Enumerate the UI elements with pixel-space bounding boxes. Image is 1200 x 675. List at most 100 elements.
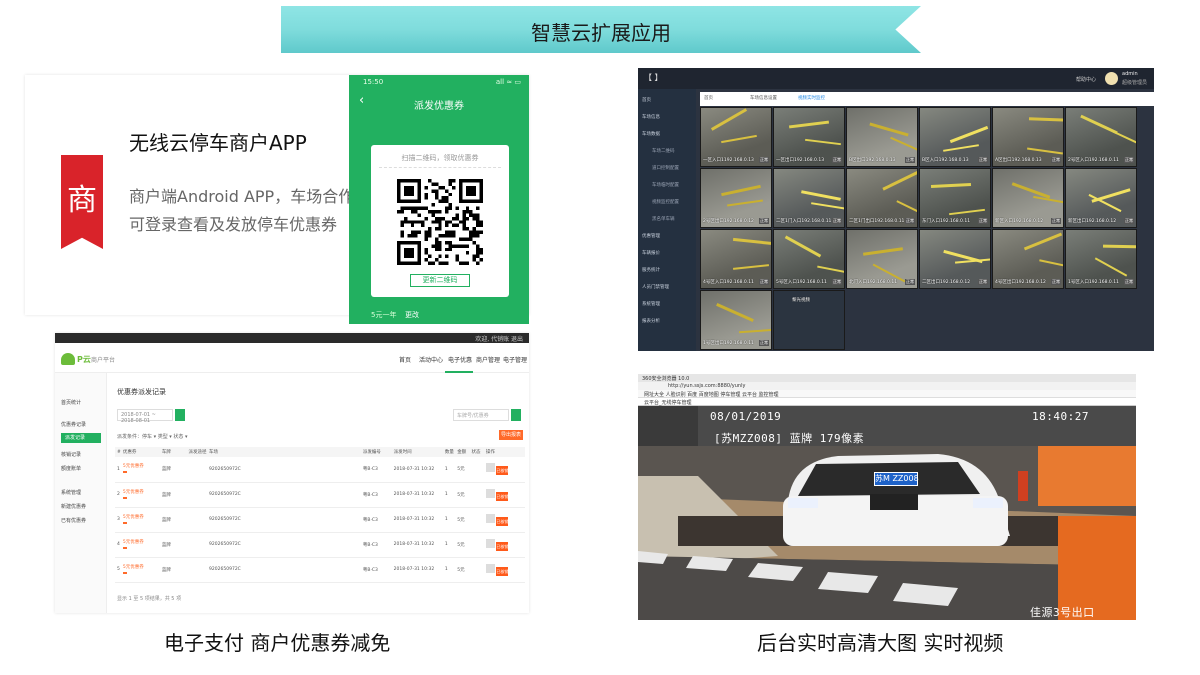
- nav-home[interactable]: 首页: [399, 355, 411, 364]
- lane-marking: [817, 265, 844, 275]
- bookmarks-text[interactable]: 网址大全 人脸识别 百度 百度地图 停车管理 云平台 监控管理: [644, 391, 779, 398]
- table-cell-time: 2018-07-31 10:32: [391, 507, 443, 533]
- admin-username[interactable]: admin: [1122, 71, 1138, 77]
- table-cell-plate: 蓝牌: [159, 532, 187, 558]
- camera-feed[interactable]: 二区出口192.168.0.12 正常: [919, 229, 991, 289]
- camera-feed[interactable]: 新区入口192.168.0.12 正常: [992, 168, 1064, 228]
- camera-label: 黎光视频: [792, 298, 810, 303]
- admin-menu-item[interactable]: 车场数据: [642, 131, 660, 137]
- redeemed-button[interactable]: 已核销: [496, 516, 509, 526]
- filter-bar[interactable]: 派发条件：停车 ▾ 类型 ▾ 状态 ▾: [117, 433, 187, 440]
- admin-menu-item[interactable]: 系统管理: [642, 301, 660, 307]
- admin-menu-item[interactable]: 优惠管理: [642, 233, 660, 239]
- camera-feed[interactable]: 北门入口192.168.0.11 正常: [846, 229, 918, 289]
- detail-button[interactable]: [485, 513, 495, 523]
- camera-feed[interactable]: 5号区入口192.168.0.11 正常: [773, 229, 845, 289]
- table-cell-amt: 5元: [455, 532, 470, 558]
- admin-menu-item[interactable]: 车场临时配置: [652, 182, 679, 188]
- camera-feed[interactable]: 一区出口192.168.0.13 正常: [773, 107, 845, 167]
- help-center-link[interactable]: 帮助中心: [1076, 76, 1096, 83]
- table-header: 派发编号: [360, 447, 392, 457]
- detail-button[interactable]: [485, 538, 495, 548]
- camera-status-badge: 正常: [832, 218, 842, 224]
- topbar-user[interactable]: 欢迎, 代销账 退出: [475, 334, 523, 343]
- nav-merchant[interactable]: 商户管理: [476, 355, 500, 364]
- admin-menu-item[interactable]: 黑名单车辆: [652, 216, 675, 222]
- admin-menu-item[interactable]: 视频监控配置: [652, 199, 679, 205]
- admin-menu-item[interactable]: 车场二维码: [652, 148, 675, 154]
- sidebar-item-issue-records[interactable]: 派发记录: [61, 433, 101, 443]
- lane-marking: [943, 144, 979, 152]
- browser-url[interactable]: http://yun.ssjs.com:8880/yunly: [668, 383, 745, 389]
- search-input[interactable]: 车牌号/优惠券: [453, 409, 509, 421]
- redeemed-button[interactable]: 已核销: [496, 541, 509, 551]
- sidebar-item-redeem-records[interactable]: 核销记录: [61, 451, 81, 458]
- export-button[interactable]: 导出报表: [499, 430, 523, 440]
- camera-feed[interactable]: 1号区入口192.168.0.11 正常: [1065, 229, 1137, 289]
- table-cell-lot: 9202650972C: [207, 532, 361, 558]
- avatar[interactable]: [1105, 72, 1118, 85]
- admin-menu-item[interactable]: 车辆报价: [642, 250, 660, 256]
- camera-feed[interactable]: 二区1门出口192.168.0.11 正常: [846, 168, 918, 228]
- admin-tabs: 首页 车场信息设置 视频实时监控: [700, 92, 1154, 106]
- table-cell-status: [469, 557, 484, 583]
- camera-feed[interactable]: 一区入口1192.168.0.13 正常: [700, 107, 772, 167]
- camera-feed[interactable]: 新区出口192.168.0.12 正常: [1065, 168, 1137, 228]
- detail-button[interactable]: [485, 463, 495, 473]
- table-cell-code: 粤B·C3: [360, 507, 392, 533]
- detail-button[interactable]: [485, 563, 495, 573]
- camera-feed[interactable]: 二区1门入口192.168.0.11 正常: [773, 168, 845, 228]
- admin-menu-item[interactable]: 报表分析: [642, 318, 660, 324]
- sidebar-item-existing-coupon[interactable]: 已有优惠券: [61, 517, 86, 524]
- table-cell-lot: 9202650972C: [207, 507, 361, 533]
- redeemed-button[interactable]: 已核销: [496, 566, 509, 576]
- detail-button[interactable]: [485, 488, 495, 498]
- date-search-button[interactable]: [175, 409, 185, 421]
- table-cell-coupon: 5元优惠券: [120, 507, 160, 533]
- video-date: 08/01/2019: [710, 410, 782, 423]
- table-cell-op: 已核销: [483, 457, 525, 483]
- nav-activity[interactable]: 活动中心: [419, 355, 443, 364]
- sidebar-item-quota-bill[interactable]: 额度账单: [61, 465, 81, 472]
- lane-marking: [801, 190, 841, 201]
- sidebar-item-new-coupon[interactable]: 新建优惠券: [61, 503, 86, 510]
- camera-status-badge: 正常: [905, 218, 915, 224]
- nav-epay[interactable]: 电子管理: [503, 355, 527, 364]
- camera-feed[interactable]: B区出口192.168.0.13 正常: [846, 107, 918, 167]
- table-cell-amt: 5元: [455, 457, 470, 483]
- camera-feed[interactable]: 4号区出口192.168.0.12 正常: [992, 229, 1064, 289]
- lane-marking: [1102, 244, 1136, 249]
- admin-menu-item[interactable]: 车场信息: [642, 114, 660, 120]
- camera-feed[interactable]: 1号区出口192.168.0.11 正常: [700, 290, 772, 350]
- camera-feed[interactable]: 4号区入口192.168.0.11 正常: [700, 229, 772, 289]
- admin-menu-item[interactable]: 道口控制配置: [652, 165, 679, 171]
- sidebar-item-system[interactable]: 系统管理: [61, 489, 81, 496]
- table-cell-code: 粤B·C3: [360, 557, 392, 583]
- coupon-name: 5元优惠券: [122, 464, 144, 470]
- camera-feed[interactable]: A区出口192.168.0.13 正常: [992, 107, 1064, 167]
- footer-change-button[interactable]: 更改: [405, 310, 419, 320]
- date-range-input[interactable]: 2018-07-01 ~ 2018-08-01: [117, 409, 173, 424]
- camera-feed[interactable]: 2号区入口192.168.0.11 正常: [1065, 107, 1137, 167]
- admin-menu-item[interactable]: 服务统计: [642, 267, 660, 273]
- browser-tab[interactable]: 云平台_无线停车管理: [644, 399, 692, 406]
- redeemed-button[interactable]: 已核销: [496, 466, 509, 476]
- tab-home[interactable]: 首页: [704, 95, 713, 101]
- redeemed-button[interactable]: 已核销: [496, 491, 509, 501]
- camera-feed[interactable]: 黎光视频: [773, 290, 845, 350]
- table-cell-lot: 9202650972C: [207, 557, 361, 583]
- table-cell-time: 2018-07-31 10:32: [391, 482, 443, 508]
- lane-marking: [1011, 182, 1051, 199]
- sidebar-item-coupon-records[interactable]: 优惠券记录: [61, 421, 86, 428]
- search-button[interactable]: [511, 409, 521, 421]
- refresh-qr-button[interactable]: 更新二维码: [410, 274, 470, 287]
- tab-lot-settings[interactable]: 车场信息设置: [750, 95, 777, 101]
- camera-feed[interactable]: 2号区出口192.168.0.12 正常: [700, 168, 772, 228]
- tab-live-video[interactable]: 视频实时监控: [798, 95, 825, 101]
- camera-feed[interactable]: 东门入口192.168.0.11 正常: [919, 168, 991, 228]
- admin-menu-item[interactable]: 人员门禁管理: [642, 284, 669, 290]
- camera-feed[interactable]: B区入口192.168.0.13 正常: [919, 107, 991, 167]
- nav-coupon[interactable]: 电子优惠: [448, 355, 472, 364]
- sidebar-item-stats[interactable]: 首页统计: [61, 399, 81, 406]
- admin-menu-item[interactable]: 首页: [642, 97, 651, 103]
